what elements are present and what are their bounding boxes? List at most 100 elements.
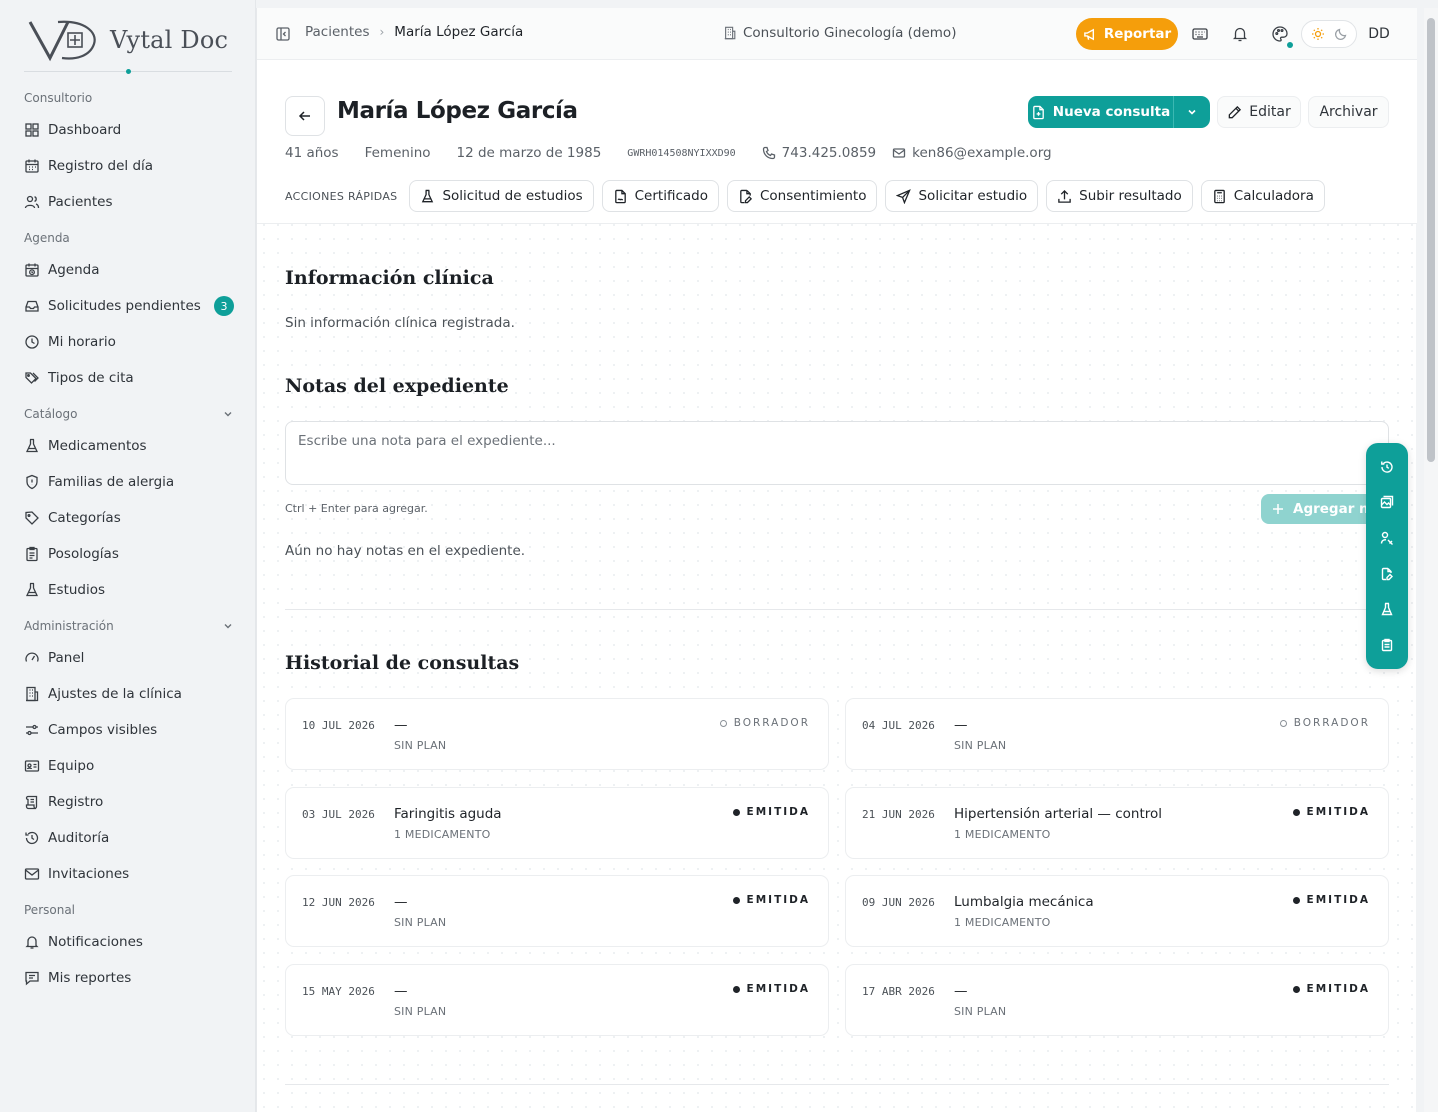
quick-solicitud-estudios-button[interactable]: Solicitud de estudios [409, 180, 594, 212]
sidebar-item-equipo[interactable]: Equipo [24, 752, 234, 780]
theme-toggle[interactable] [1301, 20, 1357, 48]
keyboard-icon[interactable] [1191, 25, 1209, 43]
flask-icon[interactable] [1380, 602, 1394, 616]
consult-card[interactable]: 04 JUL 2026 — SIN PLAN BORRADOR [845, 698, 1389, 770]
consult-card[interactable]: 15 MAY 2026 — SIN PLAN EMITIDA [285, 964, 829, 1036]
sidebar-item-panel[interactable]: Panel [24, 644, 234, 672]
new-consult-main[interactable]: Nueva consulta [1028, 96, 1174, 128]
quick-consentimiento-button[interactable]: Consentimiento [726, 180, 878, 212]
clipboard-icon[interactable] [1380, 638, 1394, 652]
status-badge: EMITIDA [1292, 806, 1370, 818]
main-content: Pacientes › María López García Consultor… [256, 8, 1417, 1112]
edit-button[interactable]: Editar [1217, 96, 1301, 128]
sidebar-item-registro[interactable]: Registro [24, 788, 234, 816]
notes-empty: Aún no hay notas en el expediente. [285, 543, 526, 559]
sidebar-item-auditoria[interactable]: Auditoría [24, 824, 234, 852]
report-button[interactable]: Reportar [1076, 18, 1178, 50]
sidebar-item-pacientes[interactable]: Pacientes [24, 188, 234, 216]
palette-active-dot [1287, 42, 1293, 48]
patient-age: 41 años [285, 145, 339, 161]
patient-header: María López García Nueva consulta Editar… [257, 60, 1417, 224]
tags-icon [25, 372, 39, 384]
file-edit-icon[interactable] [1380, 567, 1394, 581]
status-badge: BORRADOR [719, 717, 810, 729]
consult-plan: SIN PLAN [394, 1005, 447, 1018]
moon-icon[interactable] [1334, 27, 1348, 41]
patient-meta: 41 años Femenino 12 de marzo de 1985 GWR… [285, 145, 1052, 161]
new-consult-dropdown[interactable] [1174, 106, 1210, 118]
new-consult-button[interactable]: Nueva consulta [1028, 96, 1210, 128]
sidebar-item-ajustes-de-la-clinica[interactable]: Ajustes de la clínica [24, 680, 234, 708]
gauge-icon [25, 652, 39, 662]
sidebar-item-mi-horario[interactable]: Mi horario [24, 328, 234, 356]
sidebar-item-mis-reportes[interactable]: Mis reportes [24, 964, 234, 992]
archive-button[interactable]: Archivar [1308, 96, 1389, 128]
status-badge: EMITIDA [732, 806, 810, 818]
note-input[interactable]: Escribe una nota para el expediente... [285, 421, 1389, 485]
history-icon[interactable] [1380, 460, 1394, 474]
send-icon [896, 188, 912, 204]
consult-card[interactable]: 12 JUN 2026 — SIN PLAN EMITIDA [285, 875, 829, 947]
image-upload-icon[interactable] [1380, 495, 1394, 509]
sidebar-item-posologias[interactable]: Posologías [24, 540, 234, 568]
avatar[interactable]: DD [1363, 20, 1395, 48]
sidebar-item-agenda[interactable]: Agenda [24, 256, 234, 284]
consult-card[interactable]: 09 JUN 2026 Lumbalgia mecánica 1 MEDICAM… [845, 875, 1389, 947]
file-plus-icon [1032, 105, 1044, 119]
flask-icon [25, 438, 39, 453]
bell-icon[interactable] [1231, 25, 1249, 43]
patient-email[interactable]: ken86@example.org [892, 145, 1052, 161]
consult-diagnosis: Lumbalgia mecánica [954, 894, 1094, 910]
logo-dot [126, 69, 131, 74]
nav-section-personal: Personal [24, 903, 76, 917]
consult-date: 04 JUL 2026 [862, 719, 935, 732]
sidebar-item-notificaciones[interactable]: Notificaciones [24, 928, 234, 956]
page-scrollbar[interactable] [1424, 8, 1438, 1112]
consult-card[interactable]: 17 ABR 2026 — SIN PLAN EMITIDA [845, 964, 1389, 1036]
quick-certificado-button[interactable]: Certificado [601, 180, 719, 212]
consult-date: 12 JUN 2026 [302, 896, 375, 909]
sidebar-item-categorias[interactable]: Categorías [24, 504, 234, 532]
sidebar-item-campos-visibles[interactable]: Campos visibles [24, 716, 234, 744]
patient-phone[interactable]: 743.425.0859 [762, 145, 876, 161]
calendar-clock-icon [25, 263, 39, 277]
sidebar-item-medicamentos[interactable]: Medicamentos [24, 432, 234, 460]
brand-logo[interactable]: Vytal Doc [28, 14, 228, 66]
quick-solicitar-estudio-button[interactable]: Solicitar estudio [885, 180, 1039, 212]
consult-card[interactable]: 03 JUL 2026 Faringitis aguda 1 MEDICAMEN… [285, 787, 829, 859]
users-icon [24, 195, 40, 209]
chevron-down-icon [224, 624, 232, 629]
scrollbar-thumb[interactable] [1427, 18, 1435, 462]
consult-card[interactable]: 10 JUL 2026 — SIN PLAN BORRADOR [285, 698, 829, 770]
sun-icon[interactable] [1311, 27, 1325, 41]
pencil-icon [1228, 105, 1242, 118]
floating-tool-bar [1366, 443, 1408, 669]
nav-section-catalogo[interactable]: Catálogo [24, 407, 234, 421]
file-edit-icon [740, 189, 753, 203]
sidebar-item-dashboard[interactable]: Dashboard [24, 116, 234, 144]
nav-section-consultorio: Consultorio [24, 91, 93, 105]
quick-subir-resultado-button[interactable]: Subir resultado [1046, 180, 1193, 212]
sidebar-item-registro-del-dia[interactable]: Registro del día [24, 152, 234, 180]
status-badge: EMITIDA [1292, 894, 1370, 906]
breadcrumb-parent[interactable]: Pacientes [305, 24, 369, 40]
sidebar-item-tipos-de-cita[interactable]: Tipos de cita [24, 364, 234, 392]
sidebar-item-estudios[interactable]: Estudios [24, 576, 234, 604]
sidebar-item-familias-de-alergia[interactable]: Familias de alergia [24, 468, 234, 496]
chevron-down-icon [1188, 109, 1196, 115]
breadcrumb-current: María López García [394, 24, 524, 40]
grid-icon [25, 123, 39, 137]
pending-count-badge: 3 [214, 296, 234, 316]
chevron-right-icon: › [379, 25, 385, 39]
back-button[interactable] [285, 96, 325, 136]
sidebar-toggle-icon[interactable] [275, 26, 291, 42]
status-badge: BORRADOR [1279, 717, 1370, 729]
sidebar-item-invitaciones[interactable]: Invitaciones [24, 860, 234, 888]
consult-card[interactable]: 21 JUN 2026 Hipertensión arterial — cont… [845, 787, 1389, 859]
nav-section-administracion[interactable]: Administración [24, 619, 234, 633]
quick-calculadora-button[interactable]: Calculadora [1200, 180, 1325, 212]
palette-icon[interactable] [1271, 25, 1289, 43]
consult-date: 03 JUL 2026 [302, 808, 375, 821]
pill-icon[interactable] [1380, 531, 1394, 546]
sidebar-item-solicitudes-pendientes[interactable]: Solicitudes pendientes 3 [24, 292, 234, 320]
